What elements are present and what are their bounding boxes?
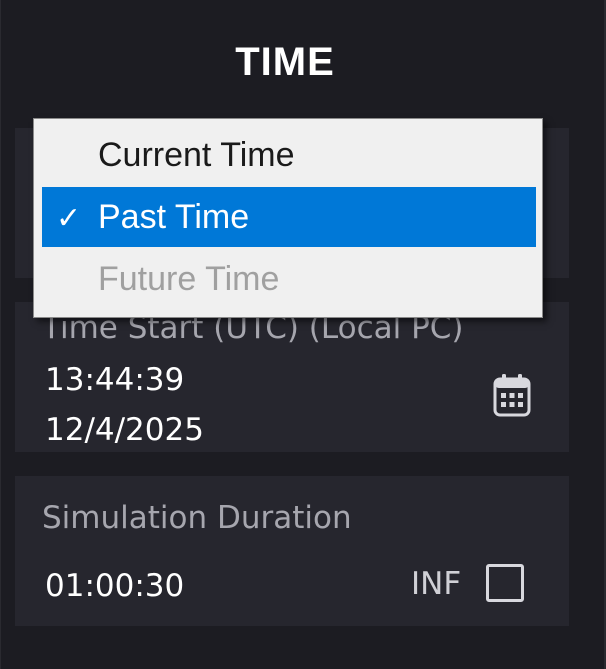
dropdown-option-future-time: Future Time: [42, 249, 536, 309]
panel-title: TIME: [235, 40, 335, 84]
check-icon: ✓: [56, 202, 82, 235]
inf-checkbox[interactable]: [486, 564, 524, 602]
dropdown-option-past-time[interactable]: ✓ Past Time: [42, 187, 536, 247]
simulation-duration-label: Simulation Duration: [42, 500, 352, 536]
dropdown-option-label: Past Time: [98, 198, 250, 236]
time-start-card: Time Start (UTC) (Local PC) 13:44:39 12/…: [15, 302, 569, 452]
time-start-date-value[interactable]: 12/4/2025: [45, 412, 204, 448]
time-mode-dropdown-list: Current Time ✓ Past Time Future Time: [33, 118, 543, 318]
time-start-time-value[interactable]: 13:44:39: [45, 362, 184, 398]
dropdown-option-current-time[interactable]: Current Time: [42, 125, 536, 185]
inf-label: INF: [411, 566, 462, 602]
simulation-duration-card: Simulation Duration 01:00:30 INF: [15, 476, 569, 626]
simulation-duration-value[interactable]: 01:00:30: [45, 568, 184, 604]
time-panel: TIME Time Start (UTC) (Local PC) 13:44:3…: [0, 0, 606, 669]
dropdown-option-label: Future Time: [98, 260, 280, 298]
calendar-icon: [493, 374, 531, 417]
dropdown-option-label: Current Time: [98, 136, 295, 174]
calendar-button[interactable]: [489, 370, 535, 420]
